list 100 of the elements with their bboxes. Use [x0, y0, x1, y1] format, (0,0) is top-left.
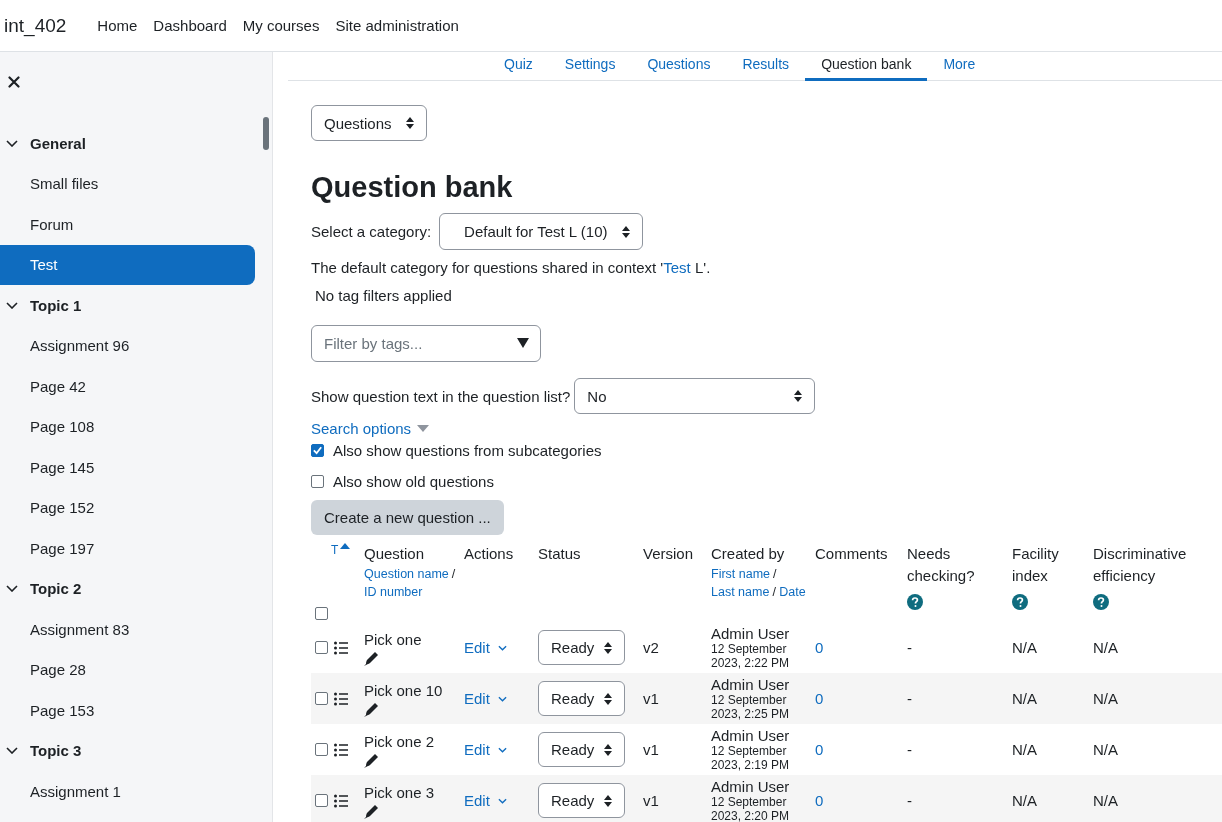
tab[interactable]: More [927, 52, 992, 81]
comments-link[interactable]: 0 [815, 639, 824, 656]
needs-checking: - [907, 741, 912, 758]
category-link[interactable]: Test [663, 259, 691, 276]
separator: / [773, 567, 777, 581]
question-name: Pick one 2 [364, 731, 436, 752]
edit-menu[interactable]: Edit [464, 639, 507, 656]
chevron-icon[interactable] [6, 301, 18, 309]
sidebar-item[interactable]: Assignment 96 [0, 325, 255, 366]
select-all-checkbox[interactable] [315, 607, 328, 620]
tab[interactable]: Results [726, 52, 806, 81]
needs-checking: - [907, 792, 912, 809]
select-arrows-icon [604, 794, 613, 807]
nav-link[interactable]: Home [97, 17, 138, 34]
sidebar-item[interactable]: Assignment 83 [0, 609, 255, 650]
row-checkbox[interactable] [315, 743, 328, 756]
sort-link[interactable]: T [331, 543, 339, 557]
sidebar-item[interactable]: Forum [0, 204, 255, 245]
nav-link[interactable]: Dashboard [153, 17, 227, 34]
separator: / [451, 567, 456, 581]
help-icon[interactable] [907, 594, 923, 610]
sidebar-item[interactable]: Page 153 [0, 690, 255, 731]
pencil-icon[interactable] [364, 649, 380, 666]
dropdown-arrow-icon[interactable] [517, 338, 529, 348]
separator: / [772, 585, 776, 599]
tab[interactable]: Quiz [488, 52, 549, 81]
search-options-link[interactable]: Search options [311, 420, 412, 437]
help-icon[interactable] [1012, 594, 1028, 610]
created-date: 12 September 2023, 2:25 PM [711, 692, 791, 721]
sort-link[interactable]: Question name [364, 567, 449, 581]
edit-menu[interactable]: Edit [464, 741, 507, 758]
chevron-icon[interactable] [6, 585, 18, 593]
column-header: Actions [464, 544, 514, 564]
column-header: Version [643, 544, 694, 564]
question-name: Pick one [364, 629, 423, 650]
status-select[interactable]: Ready [538, 783, 626, 818]
page-select[interactable]: Questions [311, 105, 427, 141]
list-icon [334, 640, 348, 655]
tab[interactable]: Question bank [805, 52, 928, 81]
sort-link[interactable]: First name [711, 567, 771, 581]
show-question-text-label: Show question text in the question list? [311, 387, 571, 405]
sidebar-item[interactable]: Small files [0, 163, 255, 204]
sidebar-item[interactable]: Assignment 1 [0, 771, 255, 812]
comments-link[interactable]: 0 [815, 792, 824, 809]
version: v1 [643, 690, 659, 707]
status-select[interactable]: Ready [538, 732, 626, 767]
comments-link[interactable]: 0 [815, 741, 824, 758]
creator-name: Admin User [711, 676, 791, 693]
facility-index: N/A [1012, 741, 1037, 758]
chevron-icon [497, 746, 507, 753]
section-title[interactable]: General [30, 134, 86, 152]
chevron-icon[interactable] [6, 747, 18, 755]
nav-link[interactable]: My courses [242, 17, 320, 34]
question-name: Pick one 10 [364, 680, 444, 701]
checkbox[interactable] [311, 474, 324, 488]
sidebar-item[interactable]: Page 42 [0, 366, 255, 407]
edit-menu[interactable]: Edit [464, 690, 507, 707]
row-checkbox[interactable] [315, 692, 328, 705]
pencil-icon[interactable] [364, 751, 380, 768]
comments-link[interactable]: 0 [815, 690, 824, 707]
checkbox[interactable] [311, 443, 324, 457]
row-checkbox[interactable] [315, 641, 328, 654]
tag-filter-field[interactable]: Filter by tags... [311, 325, 541, 362]
select-arrows-icon [604, 743, 613, 756]
show-question-text-select[interactable]: No [574, 378, 816, 414]
list-icon [334, 742, 348, 757]
close-icon[interactable] [8, 76, 20, 88]
sidebar-item[interactable]: Page 145 [0, 447, 255, 488]
sort-link[interactable]: Date [779, 585, 806, 599]
sidebar-item[interactable]: Page 152 [0, 487, 255, 528]
site-name[interactable]: int_402 [0, 14, 67, 37]
sort-link[interactable]: ID number [364, 585, 423, 599]
pencil-icon[interactable] [364, 802, 380, 819]
chevron-icon [497, 644, 507, 651]
help-icon[interactable] [1093, 594, 1109, 610]
facility-index: N/A [1012, 639, 1037, 656]
section-title[interactable]: Topic 3 [30, 742, 82, 760]
status-select[interactable]: Ready [538, 681, 626, 716]
tab[interactable]: Questions [631, 52, 727, 81]
sidebar-item[interactable]: Page 28 [0, 649, 255, 690]
creator-name: Admin User [711, 727, 791, 744]
section-title[interactable]: Topic 2 [30, 580, 82, 598]
category-select[interactable]: Default for Test L (10) [439, 213, 644, 250]
sidebar-item[interactable]: Page 197 [0, 528, 255, 569]
facility-index: N/A [1012, 690, 1037, 707]
row-checkbox[interactable] [315, 794, 328, 807]
needs-checking: - [907, 639, 912, 656]
category-label: Select a category: [311, 223, 432, 240]
created-date: 12 September 2023, 2:20 PM [711, 794, 791, 822]
sidebar-item[interactable]: Test [0, 244, 255, 285]
pencil-icon[interactable] [364, 700, 380, 717]
nav-link[interactable]: Site administration [335, 17, 459, 34]
status-select[interactable]: Ready [538, 630, 626, 665]
section-title[interactable]: Topic 1 [30, 296, 82, 314]
sidebar-item[interactable]: Page 108 [0, 406, 255, 447]
sort-link[interactable]: Last name [711, 585, 770, 599]
chevron-icon[interactable] [6, 139, 18, 147]
create-question-button[interactable]: Create a new question ... [311, 500, 504, 535]
select-arrows-icon [622, 225, 631, 238]
tab[interactable]: Settings [548, 52, 632, 81]
